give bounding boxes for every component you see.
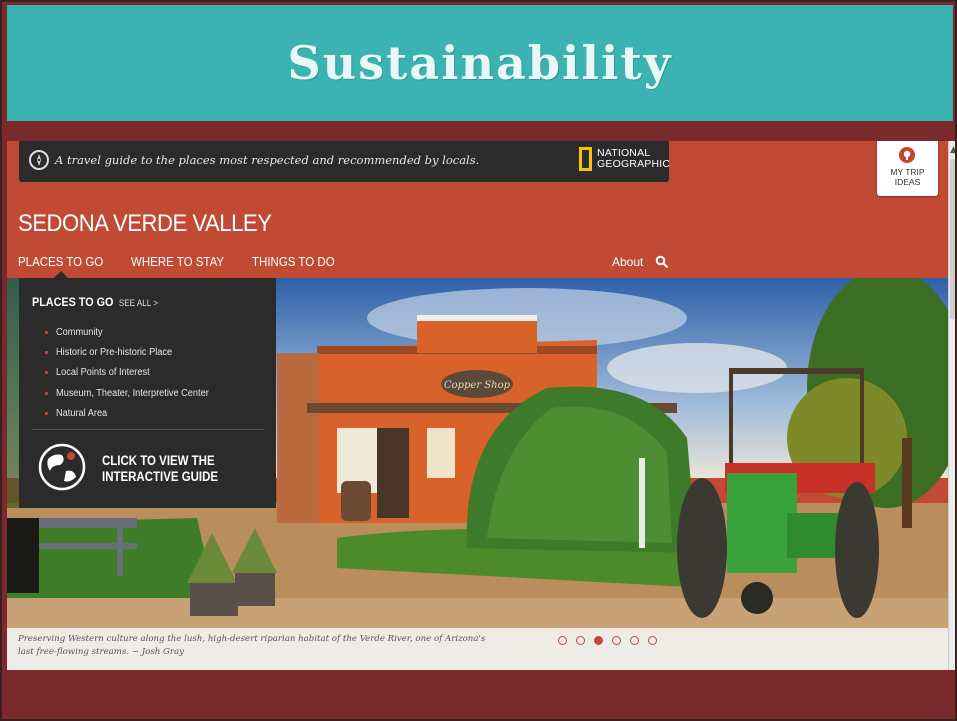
carousel-dot-1[interactable] [558, 636, 567, 645]
nav-places-to-go[interactable]: PLACES TO GO [18, 255, 103, 269]
nav-where-to-stay[interactable]: WHERE TO STAY [131, 255, 224, 269]
dropdown-item-label: Museum, Theater, Interpretive Center [56, 387, 209, 399]
compass-icon [29, 150, 49, 170]
tagline: A travel guide to the places most respec… [55, 153, 480, 167]
dropdown-heading[interactable]: PLACES TO GO SEE ALL > [32, 295, 158, 309]
lightbulb-pin-icon [899, 147, 915, 163]
carousel-dot-2[interactable] [576, 636, 585, 645]
shop-sign-text: Copper Shop [444, 380, 511, 391]
dropdown-pointer [54, 271, 68, 278]
dropdown-item-label: Community [56, 326, 103, 338]
main-nav: PLACES TO GO WHERE TO STAY THINGS TO DO [18, 255, 362, 269]
carousel-dot-3[interactable] [594, 636, 603, 645]
dropdown-item-label: Historic or Pre-historic Place [56, 346, 173, 358]
dropdown-divider [32, 429, 264, 430]
caption-bar: Preserving Western culture along the lus… [7, 628, 948, 670]
browser-screenshot: A travel guide to the places most respec… [7, 141, 948, 670]
natgeo-line2: GEOGRAPHIC [597, 158, 671, 170]
nav-about[interactable]: About [612, 255, 643, 269]
bullet-icon [45, 371, 48, 375]
scroll-thumb[interactable] [950, 159, 956, 319]
carousel-dot-4[interactable] [612, 636, 621, 645]
carousel-dots [558, 636, 666, 645]
natgeo-frame-icon [579, 147, 592, 171]
bullet-icon [45, 350, 48, 354]
dropdown-item-label: Natural Area [56, 407, 108, 419]
dropdown-heading-label: PLACES TO GO [32, 295, 114, 309]
vertical-scrollbar[interactable]: ▲ [948, 141, 957, 670]
scroll-up-icon[interactable]: ▲ [949, 145, 957, 155]
national-geographic-logo[interactable]: NATIONAL GEOGRAPHIC [579, 147, 670, 171]
slide-title: Sustainability [287, 36, 673, 90]
dropdown-list: Community Historic or Pre-historic Place… [45, 322, 223, 423]
dropdown-item-natural-area[interactable]: Natural Area [45, 403, 209, 423]
nav-things-to-do[interactable]: THINGS TO DO [252, 255, 335, 269]
my-trip-label-2: IDEAS [894, 177, 921, 187]
see-all-link[interactable]: SEE ALL > [119, 298, 158, 308]
bullet-icon [45, 391, 48, 395]
site-title[interactable]: SEDONA VERDE VALLEY [18, 210, 272, 238]
my-trip-label-1: MY TRIP [890, 167, 925, 177]
dropdown-item-museum[interactable]: Museum, Theater, Interpretive Center [45, 383, 209, 403]
dropdown-item-label: Local Points of Interest [56, 367, 150, 379]
carousel-dot-5[interactable] [630, 636, 639, 645]
bullet-icon [45, 411, 48, 415]
search-icon[interactable] [655, 255, 669, 269]
slide-footer [7, 670, 953, 715]
globe-icon[interactable] [38, 443, 86, 491]
dropdown-item-local-poi[interactable]: Local Points of Interest [45, 363, 209, 383]
bullet-icon [45, 330, 48, 334]
cta-line-1: CLICK TO VIEW THE [102, 453, 215, 468]
carousel-dot-6[interactable] [648, 636, 657, 645]
photo-caption: Preserving Western culture along the lus… [18, 634, 486, 657]
dropdown-item-historic[interactable]: Historic or Pre-historic Place [45, 342, 209, 362]
dropdown-item-community[interactable]: Community [45, 322, 209, 342]
places-dropdown-menu: PLACES TO GO SEE ALL > Community Historic… [19, 271, 276, 508]
cta-line-2: INTERACTIVE GUIDE [102, 469, 219, 484]
interactive-guide-link[interactable]: CLICK TO VIEW THE INTERACTIVE GUIDE [102, 453, 218, 485]
slide-title-bar: Sustainability [7, 5, 953, 121]
my-trip-ideas-button[interactable]: MY TRIP IDEAS [877, 141, 938, 196]
top-info-bar: A travel guide to the places most respec… [19, 141, 670, 182]
slide-band [7, 121, 953, 141]
